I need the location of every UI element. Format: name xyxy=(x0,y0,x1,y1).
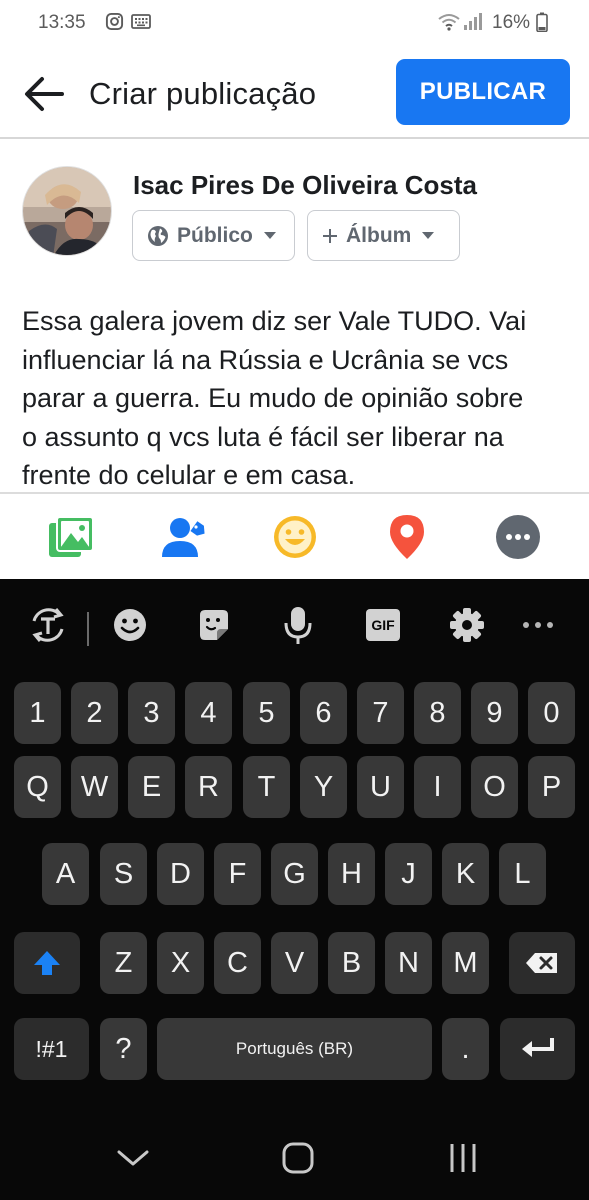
location-icon xyxy=(390,515,424,559)
backspace-key[interactable] xyxy=(509,932,575,994)
period-key[interactable]: . xyxy=(442,1018,489,1080)
more-horizontal-icon[interactable] xyxy=(518,605,558,645)
key-b[interactable]: B xyxy=(328,932,375,994)
page-title: Criar publicação xyxy=(89,76,317,111)
key-4[interactable]: 4 xyxy=(185,682,232,744)
battery-icon xyxy=(536,12,548,38)
emoji-icon[interactable] xyxy=(110,605,150,645)
mic-icon[interactable] xyxy=(278,605,318,645)
key-i[interactable]: I xyxy=(414,756,461,818)
key-1[interactable]: 1 xyxy=(14,682,61,744)
key-s[interactable]: S xyxy=(100,843,147,905)
app-header: Criar publicação PUBLICAR xyxy=(0,46,589,139)
key-p[interactable]: P xyxy=(528,756,575,818)
audience-label: Público xyxy=(177,223,253,247)
key-r[interactable]: R xyxy=(185,756,232,818)
key-m[interactable]: M xyxy=(442,932,489,994)
key-v[interactable]: V xyxy=(271,932,318,994)
text-translate-icon[interactable] xyxy=(28,605,68,645)
key-f[interactable]: F xyxy=(214,843,261,905)
key-g[interactable]: G xyxy=(271,843,318,905)
key-9[interactable]: 9 xyxy=(471,682,518,744)
key-e[interactable]: E xyxy=(128,756,175,818)
key-q[interactable]: Q xyxy=(14,756,61,818)
profile-name: Isac Pires De Oliveira Costa xyxy=(133,170,477,200)
key-y[interactable]: Y xyxy=(300,756,347,818)
publish-button[interactable]: PUBLICAR xyxy=(396,59,570,125)
more-icon xyxy=(496,515,540,559)
key-u[interactable]: U xyxy=(357,756,404,818)
tag-people-icon xyxy=(162,518,205,557)
caret-down-icon xyxy=(421,231,435,240)
post-text-input[interactable]: Essa galera jovem diz ser Vale TUDO. Vai… xyxy=(22,302,570,495)
screen: 13:35 16% Criar publicação PUBLICAR Isac… xyxy=(0,0,589,1200)
space-key[interactable]: Português (BR) xyxy=(157,1018,432,1080)
nav-recents-button[interactable] xyxy=(443,1138,483,1178)
photo-button[interactable] xyxy=(47,513,95,561)
battery-percent: 16% xyxy=(492,12,531,33)
instagram-icon xyxy=(105,12,124,37)
symbols-key[interactable]: !#1 xyxy=(14,1018,89,1080)
key-t[interactable]: T xyxy=(243,756,290,818)
album-selector[interactable]: Álbum xyxy=(307,210,460,261)
question-key[interactable]: ? xyxy=(100,1018,147,1080)
caret-down-icon xyxy=(263,231,277,240)
signal-icon xyxy=(463,12,483,37)
keyboard-icon xyxy=(131,12,151,37)
key-x[interactable]: X xyxy=(157,932,204,994)
status-time: 13:35 xyxy=(38,12,86,33)
recents-icon xyxy=(450,1144,476,1172)
arrow-left-icon xyxy=(25,77,64,111)
shift-arrow-icon xyxy=(34,951,60,975)
sticker-icon[interactable] xyxy=(194,605,234,645)
enter-key[interactable] xyxy=(500,1018,575,1080)
key-7[interactable]: 7 xyxy=(357,682,404,744)
back-button[interactable] xyxy=(22,74,66,114)
key-8[interactable]: 8 xyxy=(414,682,461,744)
status-bar: 13:35 16% xyxy=(0,0,589,46)
tag-people-button[interactable] xyxy=(160,513,208,561)
key-l[interactable]: L xyxy=(499,843,546,905)
key-w[interactable]: W xyxy=(71,756,118,818)
key-j[interactable]: J xyxy=(385,843,432,905)
divider xyxy=(0,492,589,494)
key-0[interactable]: 0 xyxy=(528,682,575,744)
avatar xyxy=(22,166,112,256)
key-k[interactable]: K xyxy=(442,843,489,905)
feeling-button[interactable] xyxy=(271,513,319,561)
key-5[interactable]: 5 xyxy=(243,682,290,744)
photo-icon xyxy=(49,516,94,557)
nav-home-button[interactable] xyxy=(278,1138,318,1178)
key-a[interactable]: A xyxy=(42,843,89,905)
settings-icon[interactable] xyxy=(447,605,487,645)
feeling-icon xyxy=(274,516,316,558)
more-button[interactable] xyxy=(494,513,542,561)
gif-icon[interactable]: GIF xyxy=(363,605,403,645)
key-h[interactable]: H xyxy=(328,843,375,905)
location-button[interactable] xyxy=(383,513,431,561)
key-2[interactable]: 2 xyxy=(71,682,118,744)
toolbar-separator xyxy=(87,612,89,646)
key-c[interactable]: C xyxy=(214,932,261,994)
backspace-icon xyxy=(526,953,557,973)
key-o[interactable]: O xyxy=(471,756,518,818)
chevron-down-icon xyxy=(117,1150,149,1166)
plus-icon xyxy=(322,228,338,244)
key-6[interactable]: 6 xyxy=(300,682,347,744)
enter-icon xyxy=(521,1038,554,1057)
key-n[interactable]: N xyxy=(385,932,432,994)
album-label: Álbum xyxy=(346,223,412,247)
wifi-icon xyxy=(437,12,461,38)
globe-icon xyxy=(147,225,169,247)
audience-selector[interactable]: Público xyxy=(132,210,295,261)
key-z[interactable]: Z xyxy=(100,932,147,994)
key-3[interactable]: 3 xyxy=(128,682,175,744)
gif-label: GIF xyxy=(371,617,395,633)
shift-key[interactable] xyxy=(14,932,80,994)
key-d[interactable]: D xyxy=(157,843,204,905)
nav-back-button[interactable] xyxy=(113,1138,153,1178)
home-icon xyxy=(282,1142,314,1174)
